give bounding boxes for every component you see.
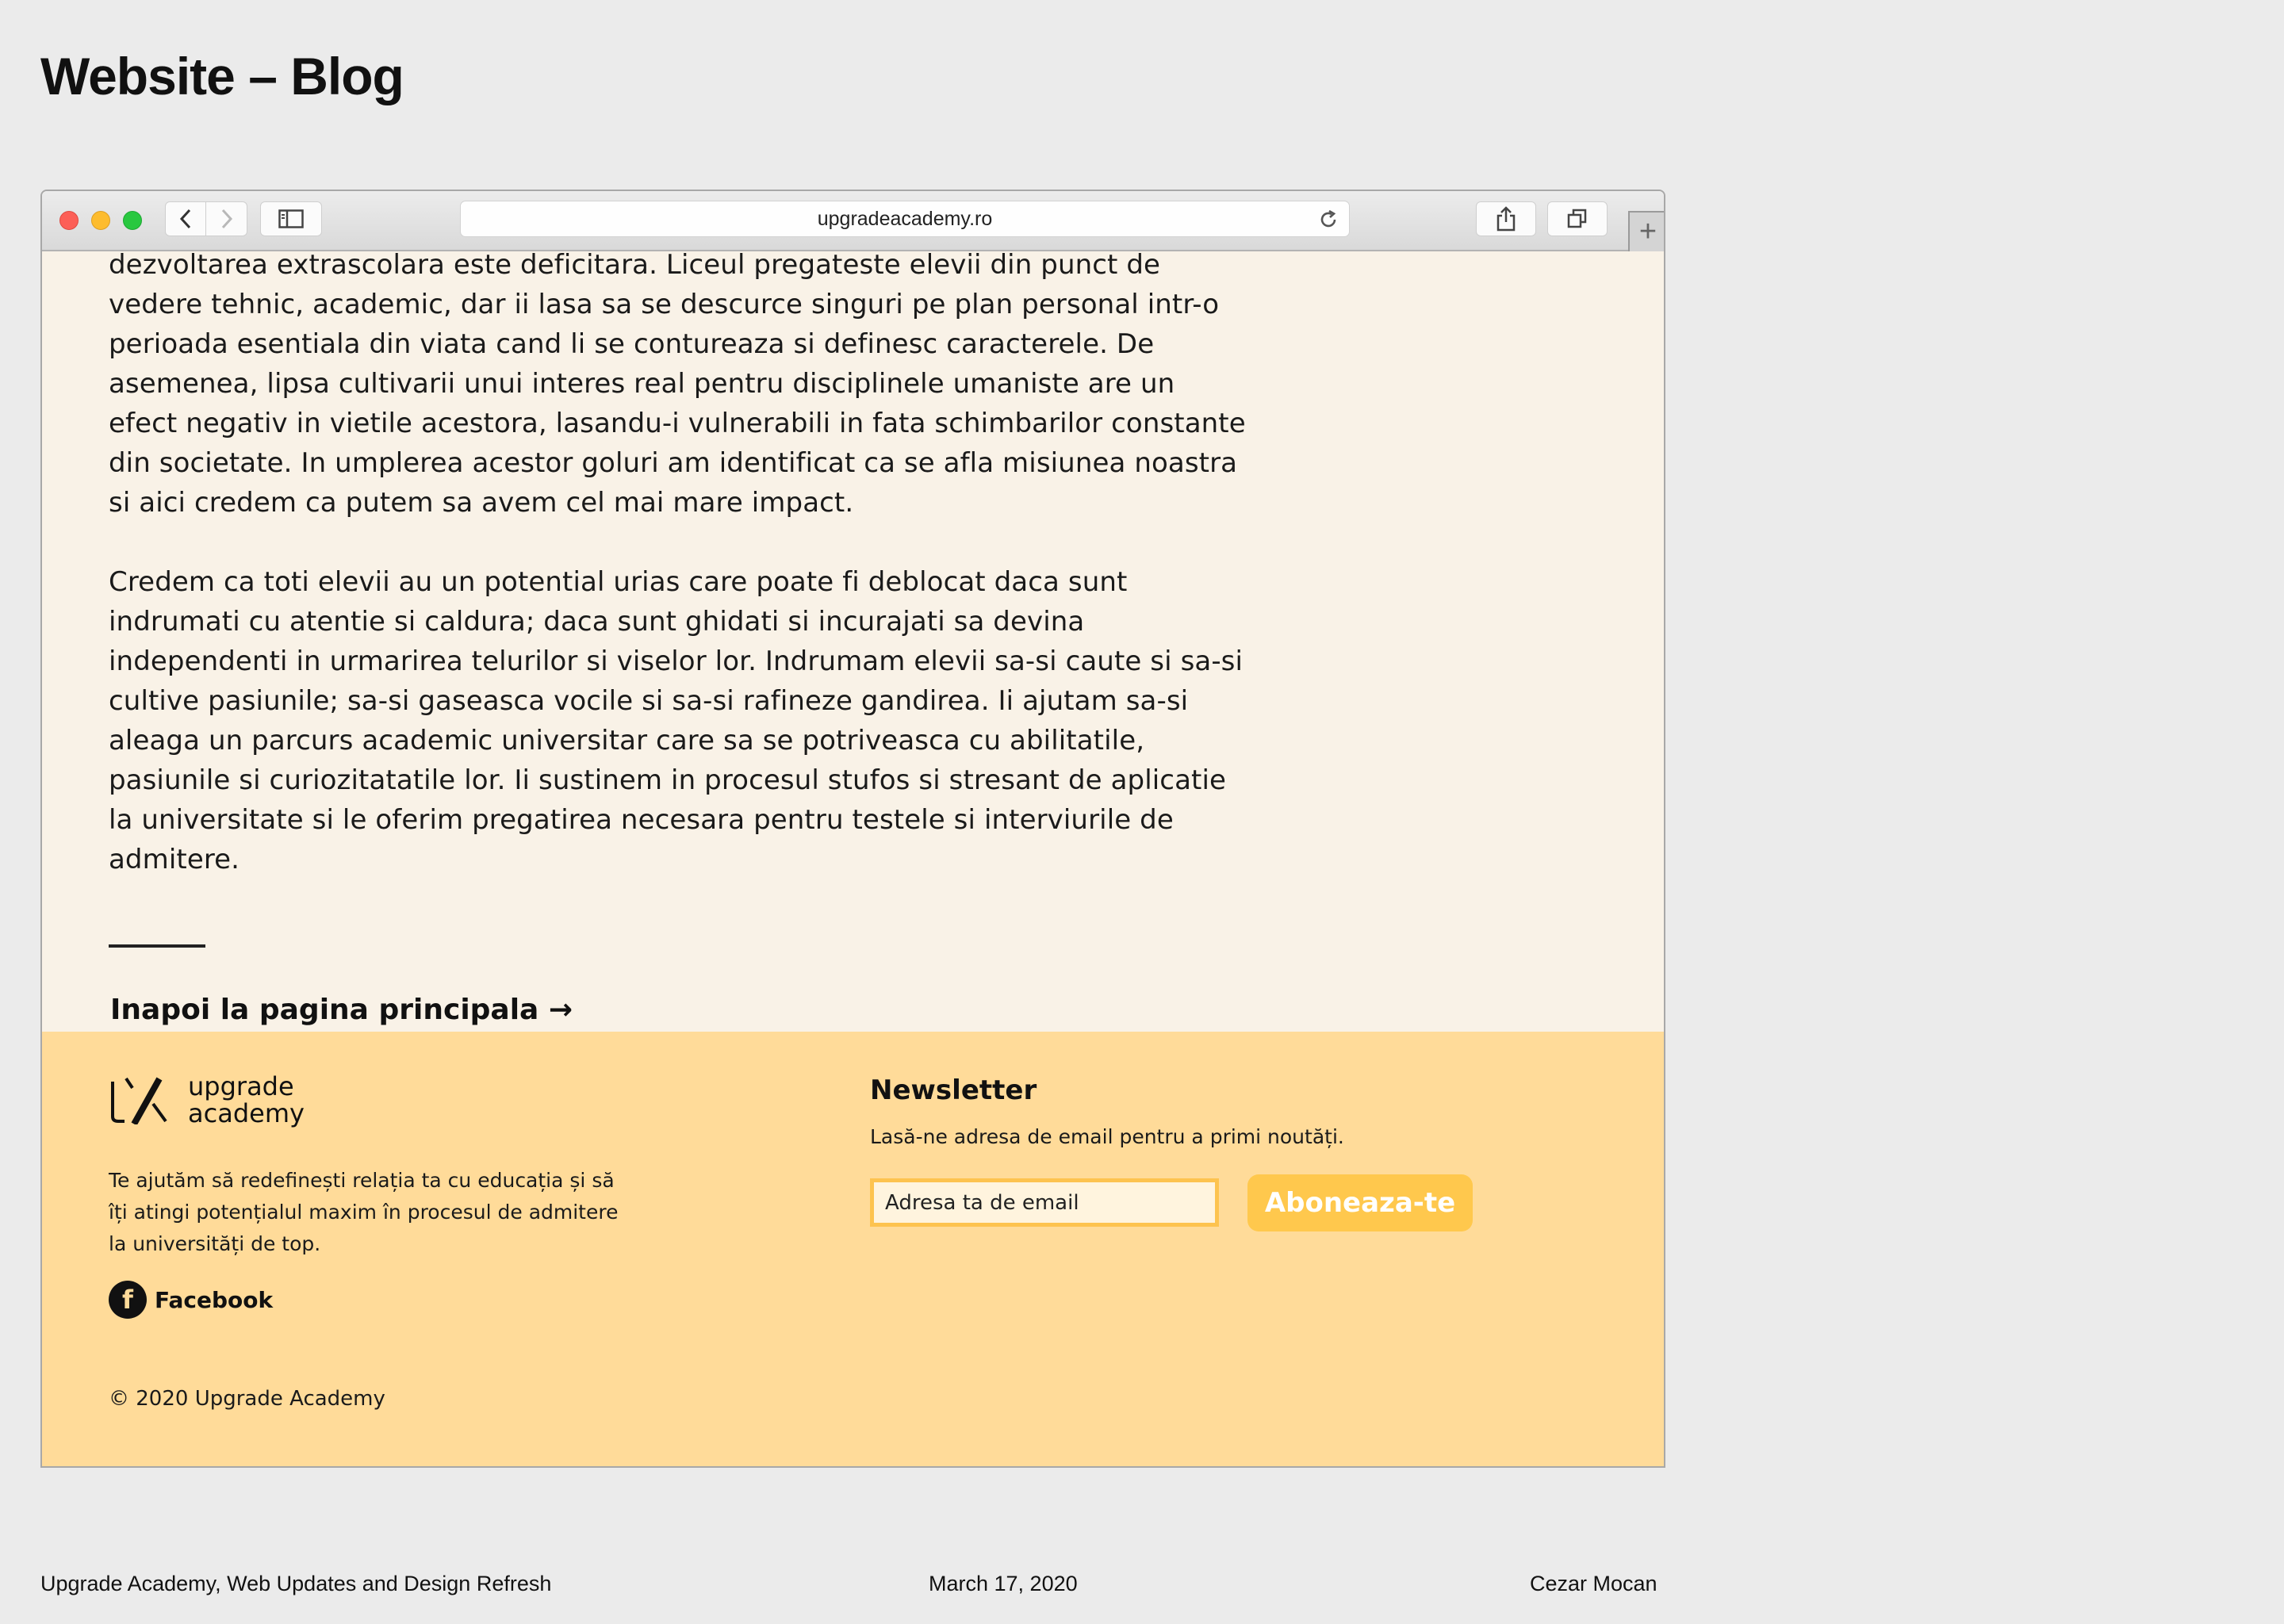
facebook-icon: f xyxy=(109,1281,147,1319)
email-field[interactable] xyxy=(870,1178,1219,1227)
logo-wordmark: upgrade academy xyxy=(188,1073,305,1127)
newsletter-description: Lasă-ne adresa de email pentru a primi n… xyxy=(870,1125,1344,1148)
chevron-right-icon xyxy=(221,209,232,229)
article-paragraph: dezvoltarea extrascolara este deficitara… xyxy=(109,249,1246,519)
copyright-text: © 2020 Upgrade Academy xyxy=(109,1387,385,1411)
slide-title: Website – Blog xyxy=(40,47,404,105)
chevron-left-icon xyxy=(179,209,191,229)
sidebar-toggle-button[interactable] xyxy=(260,201,322,236)
divider xyxy=(109,944,205,948)
subscribe-button[interactable]: Aboneaza-te xyxy=(1247,1174,1473,1231)
tabs-icon xyxy=(1567,209,1587,228)
browser-window: upgradeacademy.ro + dezvoltarea extrasco… xyxy=(40,190,1665,1468)
maximize-window-button[interactable] xyxy=(123,211,142,230)
show-tabs-button[interactable] xyxy=(1547,201,1608,236)
new-tab-button[interactable]: + xyxy=(1628,211,1664,251)
logo-line-academy: academy xyxy=(188,1098,305,1128)
back-to-home-link[interactable]: Inapoi la pagina principala → xyxy=(110,994,573,1026)
address-bar[interactable]: upgradeacademy.ro xyxy=(460,201,1350,237)
deck-date: March 17, 2020 xyxy=(929,1572,1078,1595)
minimize-window-button[interactable] xyxy=(91,211,110,230)
plus-icon: + xyxy=(1638,215,1657,248)
deck-project-name: Upgrade Academy, Web Updates and Design … xyxy=(40,1572,552,1595)
article-paragraph: Credem ca toti elevii au un potential ur… xyxy=(109,566,1244,875)
share-button[interactable] xyxy=(1476,201,1536,236)
logo-line-upgrade: upgrade xyxy=(188,1071,294,1101)
url-text: upgradeacademy.ro xyxy=(817,207,993,230)
footer-tagline: Te ajutăm să redefinești relația ta cu e… xyxy=(109,1169,619,1255)
facebook-label: Facebook xyxy=(155,1286,274,1313)
back-button[interactable] xyxy=(165,201,206,236)
newsletter-title: Newsletter xyxy=(870,1074,1037,1106)
logo-mark-icon xyxy=(111,1077,167,1124)
close-window-button[interactable] xyxy=(59,211,79,230)
deck-author: Cezar Mocan xyxy=(1530,1572,1657,1595)
forward-button[interactable] xyxy=(206,201,247,236)
sidebar-icon xyxy=(278,209,304,228)
share-icon xyxy=(1496,206,1516,232)
browser-toolbar: upgradeacademy.ro + xyxy=(42,191,1664,251)
upgrade-academy-logo[interactable]: upgrade academy xyxy=(109,1073,305,1127)
facebook-link[interactable]: f Facebook xyxy=(109,1281,273,1319)
reload-icon[interactable] xyxy=(1317,209,1339,231)
